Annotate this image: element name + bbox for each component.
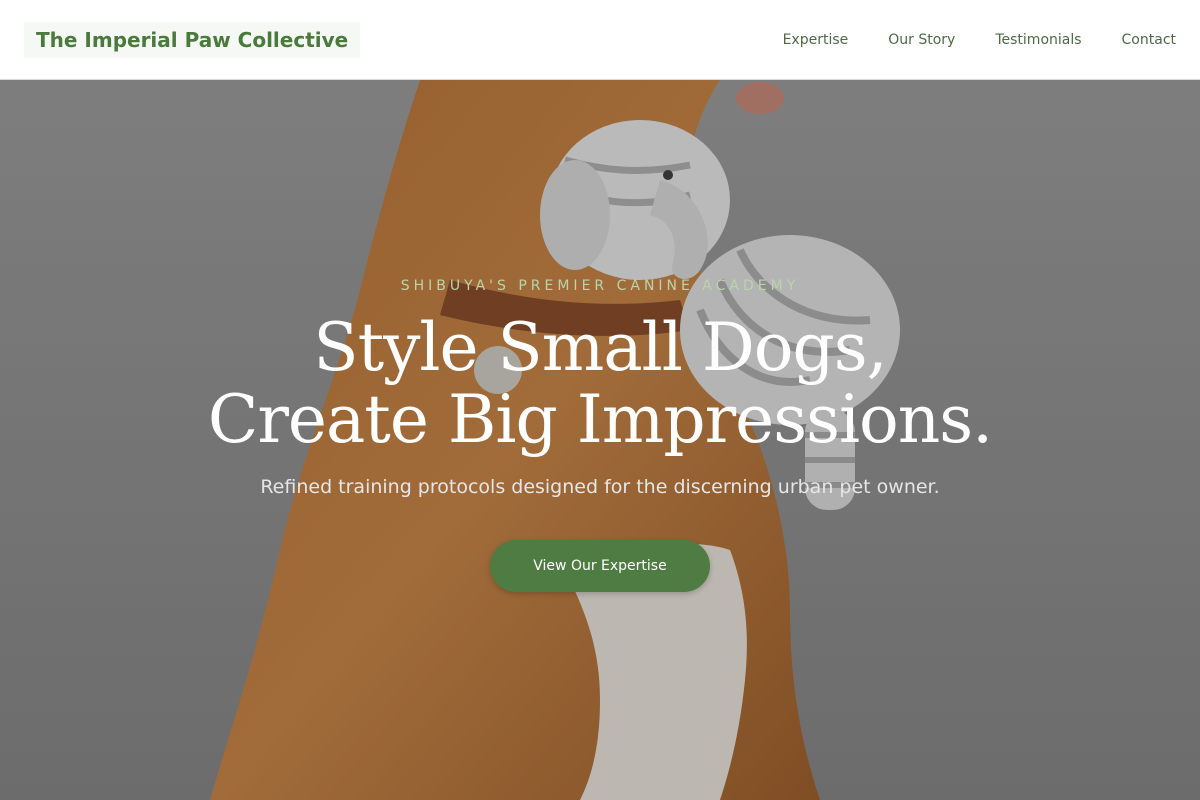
nav-link-our-story[interactable]: Our Story [888,32,955,48]
nav-link-testimonials[interactable]: Testimonials [995,32,1081,48]
hero-subheading: Refined training protocols designed for … [260,476,940,498]
main-nav: Expertise Our Story Testimonials Contact [743,32,1176,48]
nav-link-contact[interactable]: Contact [1122,32,1176,48]
view-expertise-button[interactable]: View Our Expertise [490,540,710,592]
site-header: The Imperial Paw Collective Expertise Ou… [0,0,1200,80]
nav-link-expertise[interactable]: Expertise [783,32,849,48]
hero-section: SHIBUYA'S PREMIER CANINE ACADEMY Style S… [0,80,1200,800]
hero-eyebrow: SHIBUYA'S PREMIER CANINE ACADEMY [400,278,800,294]
hero-content: SHIBUYA'S PREMIER CANINE ACADEMY Style S… [0,278,1200,592]
hero-headline-line-1: Style Small Dogs, [313,309,887,386]
hero-headline-line-2: Create Big Impressions. [207,381,993,458]
site-logo[interactable]: The Imperial Paw Collective [24,21,361,58]
hero-headline: Style Small Dogs, Create Big Impressions… [0,312,1200,456]
